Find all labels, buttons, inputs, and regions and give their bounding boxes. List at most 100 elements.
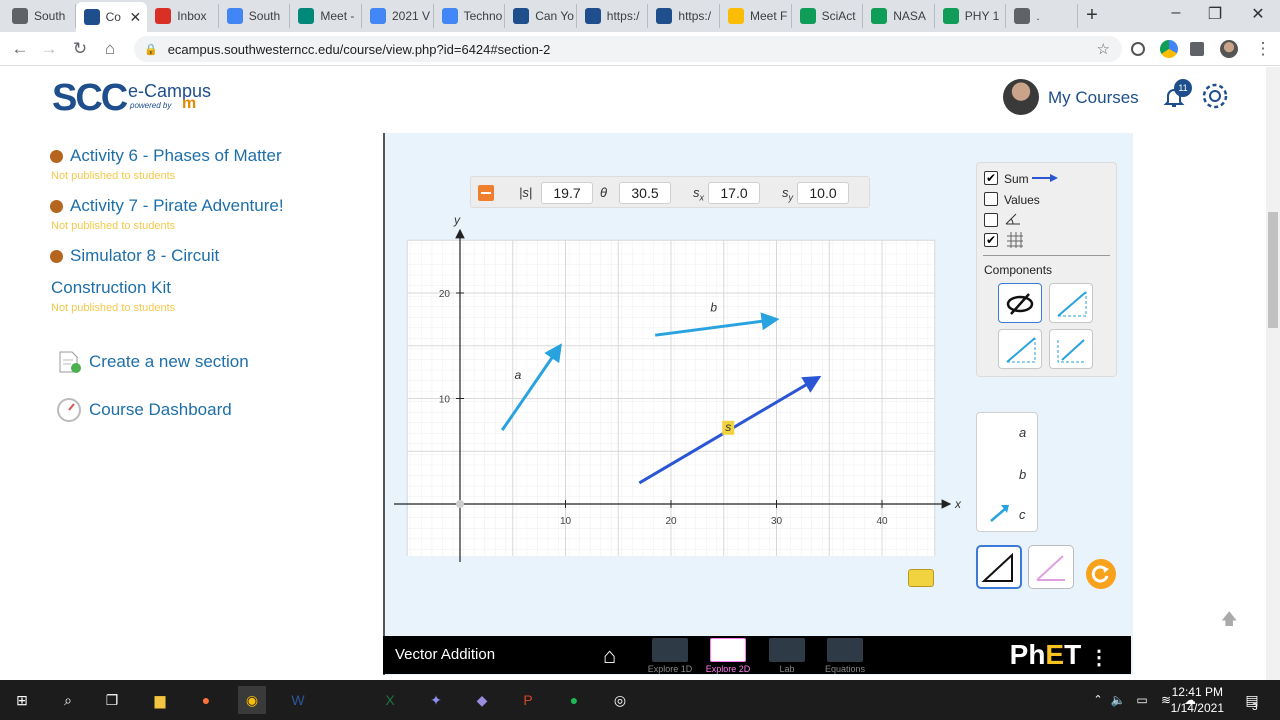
screen-tab-explore-1d[interactable]: Explore 1D: [642, 636, 698, 674]
browser-tab[interactable]: South: [4, 4, 76, 28]
minimize-button[interactable]: –: [1164, 4, 1188, 22]
scrollbar-thumb[interactable]: [1268, 212, 1278, 328]
browser-tab[interactable]: PHY 1: [935, 4, 1007, 28]
action-center-count: 3: [1252, 702, 1258, 713]
bookmark-star-icon[interactable]: ☆: [1097, 40, 1110, 58]
phet-logo[interactable]: PhET ⋮: [1010, 639, 1109, 671]
windows-start-icon[interactable]: ⊞: [8, 686, 36, 714]
create-section-label[interactable]: Create a new section: [89, 352, 249, 372]
cartesian-mode-button[interactable]: [976, 545, 1022, 589]
profile-avatar[interactable]: [1220, 40, 1238, 58]
create-section-link[interactable]: Create a new section: [55, 348, 249, 376]
course-dashboard-label[interactable]: Course Dashboard: [89, 400, 232, 420]
browser-tab[interactable]: Meet -: [290, 4, 362, 28]
app-icon-2[interactable]: ◆: [468, 686, 496, 714]
activity-title[interactable]: Simulator 8 - Circuit: [70, 246, 219, 266]
activity-title[interactable]: Activity 6 - Phases of Matter: [70, 146, 282, 166]
word-icon[interactable]: W: [284, 686, 312, 714]
vector-c-arrow-icon[interactable]: [989, 503, 1011, 523]
tab-close-icon[interactable]: ✕: [129, 9, 141, 26]
vector-c-label[interactable]: c: [1019, 507, 1026, 522]
angle-checkbox[interactable]: [984, 213, 998, 227]
browser-tab[interactable]: Co ✕: [75, 2, 148, 32]
back-button[interactable]: ←: [9, 38, 31, 60]
app-icon-3[interactable]: ◎: [606, 686, 634, 714]
browser-tab[interactable]: .: [1006, 4, 1078, 28]
browser-toolbar: ← → ↻ ⌂ 🔒 ecampus.southwesterncc.edu/cou…: [0, 32, 1280, 66]
browser-tab[interactable]: 2021 V: [362, 4, 434, 28]
tab-favicon-icon: [942, 8, 959, 24]
file-explorer-icon[interactable]: ▆: [146, 686, 174, 714]
screen-tab-equations[interactable]: Equations: [817, 636, 873, 674]
vector-a-label[interactable]: a: [1019, 425, 1026, 440]
my-courses-link[interactable]: My Courses: [1048, 88, 1139, 108]
search-icon[interactable]: ⌕: [54, 686, 82, 714]
address-bar[interactable]: 🔒 ecampus.southwesterncc.edu/course/view…: [134, 36, 1122, 62]
tab-title: .: [1036, 9, 1040, 23]
polar-icon: [1036, 555, 1065, 581]
activity-title-continued[interactable]: Construction Kit: [51, 278, 171, 298]
screen-tab-explore-2d[interactable]: Explore 2D: [700, 636, 756, 674]
browser-tab[interactable]: https:/: [577, 4, 649, 28]
tab-favicon-icon: [513, 8, 530, 24]
activity-6-link[interactable]: Activity 6 - Phases of Matter: [50, 146, 282, 166]
back-to-top-icon[interactable]: 🡅: [1221, 608, 1237, 635]
gear-icon[interactable]: [1200, 81, 1230, 111]
components-triangle-button[interactable]: [998, 329, 1042, 369]
tab-title: 2021 V: [392, 9, 431, 23]
browser-tab[interactable]: https:/: [648, 4, 720, 28]
clock[interactable]: 12:41 PM 1/14/2021: [1171, 684, 1224, 716]
simulator-8-link[interactable]: Simulator 8 - Circuit: [50, 246, 219, 266]
app-icon[interactable]: ✦: [422, 686, 450, 714]
components-parallelogram-button[interactable]: [1049, 283, 1093, 323]
vector-toolbox[interactable]: a b c: [976, 412, 1038, 532]
logo-powered-by: powered by: [130, 101, 172, 110]
browser-tab[interactable]: SciAct: [792, 4, 864, 28]
maximize-button[interactable]: ❐: [1203, 4, 1227, 24]
chrome-icon[interactable]: ◉: [238, 686, 266, 714]
spotify-icon[interactable]: ●: [560, 686, 588, 714]
extension-circle-icon[interactable]: [1131, 42, 1145, 56]
browser-tab[interactable]: Inbox: [147, 4, 219, 28]
origin-handle[interactable]: [456, 500, 464, 508]
chrome-menu-icon[interactable]: ⋮: [1252, 38, 1274, 60]
browser-tab[interactable]: Can Yo: [505, 4, 577, 28]
scc-logo[interactable]: SCC: [52, 77, 128, 120]
components-invisible-button[interactable]: [998, 283, 1042, 323]
page-scrollbar[interactable]: [1266, 67, 1280, 680]
forward-button[interactable]: →: [38, 38, 60, 60]
firefox-icon[interactable]: ●: [192, 686, 220, 714]
browser-tab[interactable]: Meet F: [720, 4, 792, 28]
course-dashboard-link[interactable]: Course Dashboard: [55, 396, 232, 424]
sum-checkbox[interactable]: ✔: [984, 171, 998, 185]
tab-favicon-icon: [584, 8, 601, 24]
reset-all-button[interactable]: [1086, 559, 1116, 589]
reset-icon: [1091, 565, 1109, 583]
reload-button[interactable]: ↻: [69, 38, 91, 60]
browser-tab[interactable]: South: [219, 4, 291, 28]
excel-icon[interactable]: X: [376, 686, 404, 714]
home-screen-icon[interactable]: ⌂: [603, 643, 616, 669]
new-tab-button[interactable]: +: [1082, 4, 1102, 27]
close-window-button[interactable]: ✕: [1246, 4, 1270, 24]
task-view-icon[interactable]: ❐: [98, 686, 126, 714]
browser-tab[interactable]: Techno: [434, 4, 506, 28]
drive-extension-icon[interactable]: [1160, 40, 1178, 58]
home-button[interactable]: ⌂: [99, 38, 121, 60]
powerpoint-icon[interactable]: P: [514, 686, 542, 714]
vector-b-label[interactable]: b: [1019, 467, 1026, 482]
browser-tab[interactable]: NASA: [863, 4, 935, 28]
simulator-8-link-line2[interactable]: Construction Kit: [51, 278, 171, 298]
polar-mode-button[interactable]: [1028, 545, 1074, 589]
activity-7-link[interactable]: Activity 7 - Pirate Adventure!: [50, 196, 284, 216]
values-checkbox[interactable]: [984, 192, 998, 206]
puzzle-extensions-icon[interactable]: [1190, 42, 1204, 56]
collapse-readout-button[interactable]: [478, 185, 494, 201]
user-avatar[interactable]: [1003, 79, 1039, 115]
activity-title[interactable]: Activity 7 - Pirate Adventure!: [70, 196, 284, 216]
screen-tab-lab[interactable]: Lab: [759, 636, 815, 674]
vector-graph[interactable]: x y 10 20 30 40 10 20 a b s: [390, 212, 970, 572]
components-axis-button[interactable]: [1049, 329, 1093, 369]
eraser-button[interactable]: [908, 569, 934, 587]
grid-checkbox[interactable]: ✔: [984, 233, 998, 247]
